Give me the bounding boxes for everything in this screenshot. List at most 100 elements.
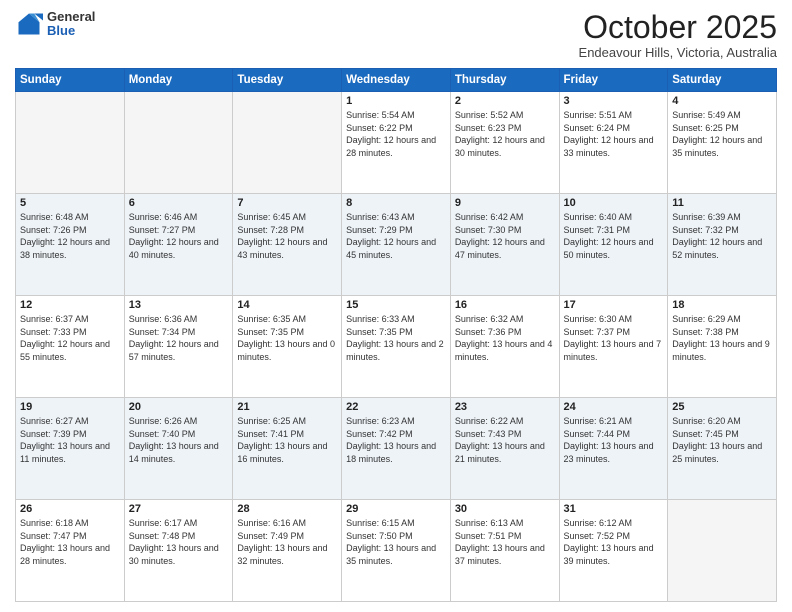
day-info: Sunrise: 6:45 AM Sunset: 7:28 PM Dayligh… [237,211,337,261]
day-info: Sunrise: 6:26 AM Sunset: 7:40 PM Dayligh… [129,415,229,465]
calendar-cell [16,92,125,194]
day-info: Sunrise: 6:21 AM Sunset: 7:44 PM Dayligh… [564,415,664,465]
day-number: 26 [20,503,120,515]
day-info: Sunrise: 6:15 AM Sunset: 7:50 PM Dayligh… [346,517,446,567]
calendar-cell: 30 Sunrise: 6:13 AM Sunset: 7:51 PM Dayli… [450,500,559,602]
day-number: 9 [455,197,555,209]
day-info: Sunrise: 6:36 AM Sunset: 7:34 PM Dayligh… [129,313,229,363]
calendar-cell: 19Sunrise: 6:27 AM Sunset: 7:39 PM Dayli… [16,398,125,500]
day-number: 1 [346,95,446,107]
day-number: 13 [129,299,229,311]
day-info: Sunrise: 6:35 AM Sunset: 7:35 PM Dayligh… [237,313,337,363]
day-number: 30 [455,503,555,515]
day-info: Sunrise: 5:51 AM Sunset: 6:24 PM Dayligh… [564,109,664,159]
day-info: Sunrise: 6:42 AM Sunset: 7:30 PM Dayligh… [455,211,555,261]
day-info: Sunrise: 6:13 AM Sunset: 7:51 PM Dayligh… [455,517,555,567]
calendar-cell: 24 Sunrise: 6:21 AM Sunset: 7:44 PM Dayli… [559,398,668,500]
day-number: 16 [455,299,555,311]
col-friday: Friday [559,69,668,92]
col-tuesday: Tuesday [233,69,342,92]
day-info: Sunrise: 6:16 AM Sunset: 7:49 PM Dayligh… [237,517,337,567]
calendar-row-2: 5Sunrise: 6:48 AM Sunset: 7:26 PM Daylig… [16,194,777,296]
calendar-cell: 7 Sunrise: 6:45 AM Sunset: 7:28 PM Daylig… [233,194,342,296]
calendar-cell: 21 Sunrise: 6:25 AM Sunset: 7:41 PM Dayli… [233,398,342,500]
day-number: 14 [237,299,337,311]
logo-text: General Blue [47,10,95,39]
calendar-cell: 29 Sunrise: 6:15 AM Sunset: 7:50 PM Dayli… [342,500,451,602]
col-wednesday: Wednesday [342,69,451,92]
calendar-cell: 14 Sunrise: 6:35 AM Sunset: 7:35 PM Dayli… [233,296,342,398]
day-info: Sunrise: 6:33 AM Sunset: 7:35 PM Dayligh… [346,313,446,363]
calendar-row-3: 12Sunrise: 6:37 AM Sunset: 7:33 PM Dayli… [16,296,777,398]
calendar-cell: 9 Sunrise: 6:42 AM Sunset: 7:30 PM Daylig… [450,194,559,296]
calendar-row-5: 26 Sunrise: 6:18 AM Sunset: 7:47 PM Dayli… [16,500,777,602]
day-info: Sunrise: 5:49 AM Sunset: 6:25 PM Dayligh… [672,109,772,159]
day-number: 18 [672,299,772,311]
calendar-cell: 25 Sunrise: 6:20 AM Sunset: 7:45 PM Dayli… [668,398,777,500]
day-number: 6 [129,197,229,209]
calendar-cell: 10 Sunrise: 6:40 AM Sunset: 7:31 PM Dayli… [559,194,668,296]
day-info: Sunrise: 6:12 AM Sunset: 7:52 PM Dayligh… [564,517,664,567]
day-info: Sunrise: 6:43 AM Sunset: 7:29 PM Dayligh… [346,211,446,261]
day-info: Sunrise: 6:46 AM Sunset: 7:27 PM Dayligh… [129,211,229,261]
calendar-cell: 23 Sunrise: 6:22 AM Sunset: 7:43 PM Dayli… [450,398,559,500]
day-info: Sunrise: 6:48 AM Sunset: 7:26 PM Dayligh… [20,211,120,261]
calendar-cell: 22 Sunrise: 6:23 AM Sunset: 7:42 PM Dayli… [342,398,451,500]
day-number: 7 [237,197,337,209]
calendar-cell: 13 Sunrise: 6:36 AM Sunset: 7:34 PM Dayli… [124,296,233,398]
calendar-cell: 6 Sunrise: 6:46 AM Sunset: 7:27 PM Daylig… [124,194,233,296]
day-number: 17 [564,299,664,311]
col-thursday: Thursday [450,69,559,92]
day-number: 19 [20,401,120,413]
day-info: Sunrise: 6:25 AM Sunset: 7:41 PM Dayligh… [237,415,337,465]
col-sunday: Sunday [16,69,125,92]
day-info: Sunrise: 6:17 AM Sunset: 7:48 PM Dayligh… [129,517,229,567]
day-number: 27 [129,503,229,515]
calendar-cell: 18Sunrise: 6:29 AM Sunset: 7:38 PM Dayli… [668,296,777,398]
calendar-cell: 16 Sunrise: 6:32 AM Sunset: 7:36 PM Dayli… [450,296,559,398]
day-info: Sunrise: 5:52 AM Sunset: 6:23 PM Dayligh… [455,109,555,159]
calendar-cell: 5Sunrise: 6:48 AM Sunset: 7:26 PM Daylig… [16,194,125,296]
day-info: Sunrise: 6:18 AM Sunset: 7:47 PM Dayligh… [20,517,120,567]
logo-icon [15,10,43,38]
calendar: Sunday Monday Tuesday Wednesday Thursday… [15,68,777,602]
calendar-cell: 1Sunrise: 5:54 AM Sunset: 6:22 PM Daylig… [342,92,451,194]
day-info: Sunrise: 6:23 AM Sunset: 7:42 PM Dayligh… [346,415,446,465]
month-title: October 2025 [579,10,777,45]
day-number: 24 [564,401,664,413]
logo-blue-text: Blue [47,24,95,38]
day-number: 15 [346,299,446,311]
day-number: 21 [237,401,337,413]
day-number: 22 [346,401,446,413]
day-number: 20 [129,401,229,413]
day-number: 2 [455,95,555,107]
day-number: 10 [564,197,664,209]
calendar-cell [233,92,342,194]
day-info: Sunrise: 6:30 AM Sunset: 7:37 PM Dayligh… [564,313,664,363]
day-number: 25 [672,401,772,413]
header: General Blue October 2025 Endeavour Hill… [15,10,777,60]
day-number: 28 [237,503,337,515]
day-number: 11 [672,197,772,209]
calendar-cell: 4 Sunrise: 5:49 AM Sunset: 6:25 PM Daylig… [668,92,777,194]
day-info: Sunrise: 6:32 AM Sunset: 7:36 PM Dayligh… [455,313,555,363]
calendar-cell [668,500,777,602]
day-info: Sunrise: 6:40 AM Sunset: 7:31 PM Dayligh… [564,211,664,261]
calendar-cell: 11 Sunrise: 6:39 AM Sunset: 7:32 PM Dayli… [668,194,777,296]
calendar-cell: 15 Sunrise: 6:33 AM Sunset: 7:35 PM Dayli… [342,296,451,398]
day-info: Sunrise: 6:22 AM Sunset: 7:43 PM Dayligh… [455,415,555,465]
location: Endeavour Hills, Victoria, Australia [579,45,777,60]
calendar-cell: 27 Sunrise: 6:17 AM Sunset: 7:48 PM Dayli… [124,500,233,602]
day-info: Sunrise: 6:39 AM Sunset: 7:32 PM Dayligh… [672,211,772,261]
calendar-row-1: 1Sunrise: 5:54 AM Sunset: 6:22 PM Daylig… [16,92,777,194]
day-info: Sunrise: 6:20 AM Sunset: 7:45 PM Dayligh… [672,415,772,465]
day-number: 29 [346,503,446,515]
day-info: Sunrise: 6:37 AM Sunset: 7:33 PM Dayligh… [20,313,120,363]
day-number: 3 [564,95,664,107]
day-number: 4 [672,95,772,107]
calendar-cell: 31Sunrise: 6:12 AM Sunset: 7:52 PM Dayli… [559,500,668,602]
col-monday: Monday [124,69,233,92]
logo: General Blue [15,10,95,39]
day-number: 8 [346,197,446,209]
day-number: 23 [455,401,555,413]
